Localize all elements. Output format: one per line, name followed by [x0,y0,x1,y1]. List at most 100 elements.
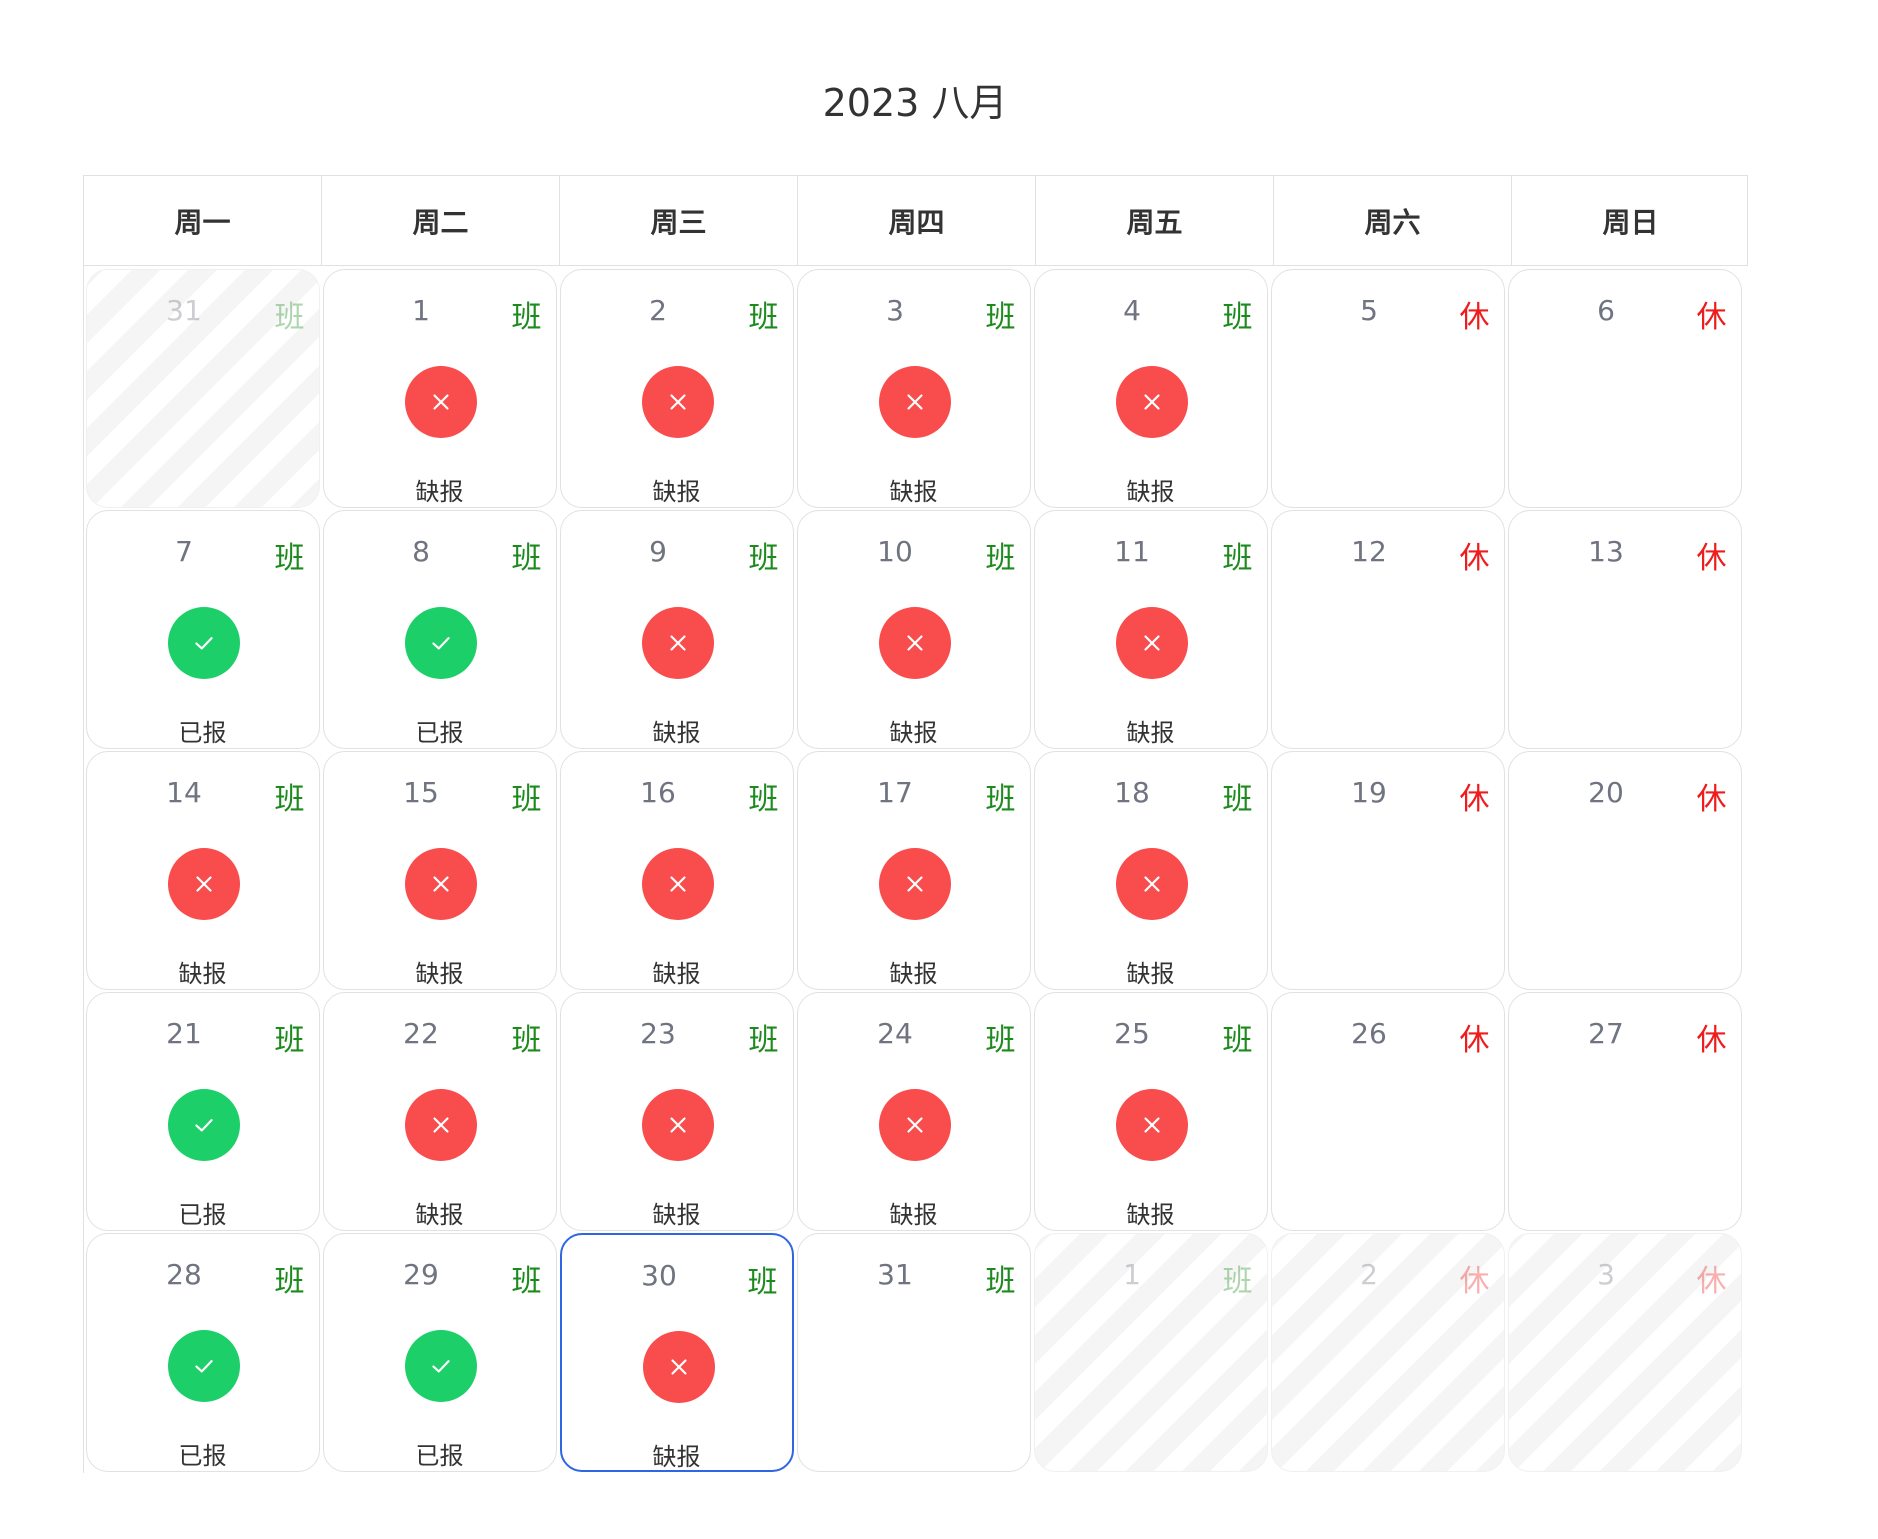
day-number: 2 [649,294,667,327]
day-cell[interactable]: 17 班缺报 [796,751,1031,990]
report-status: 缺报 [324,1089,556,1229]
status-label: 缺报 [889,1201,938,1229]
day-cell[interactable]: 31 班 [85,269,320,508]
day-cell[interactable]: 10 班缺报 [796,510,1031,749]
workday-tag: 班 [274,782,305,817]
day-number: 18 [1114,776,1150,809]
day-cell[interactable]: 8 班已报 [322,510,557,749]
day-number: 7 [175,535,193,568]
day-cell[interactable]: 29 班已报 [322,1233,557,1472]
day-number: 25 [1114,1017,1150,1050]
day-cell[interactable]: 3休 [1507,1233,1742,1472]
day-cell[interactable]: 31 班 [796,1233,1031,1472]
day-number: 15 [403,776,439,809]
day-cell[interactable]: 6休 [1507,269,1742,508]
day-number: 1 [412,294,430,327]
rest-day-tag: 休 [1459,300,1490,335]
day-cell[interactable]: 26 休 [1270,992,1505,1231]
day-cell[interactable]: 9 班缺报 [559,510,794,749]
day-cell[interactable]: 4 班缺报 [1033,269,1268,508]
weekday-sat: 周六 [1273,176,1511,265]
check-icon [167,1089,240,1161]
close-icon [404,1089,477,1161]
day-cell[interactable]: 2休 [1270,1233,1505,1472]
workday-tag: 班 [747,1265,778,1300]
day-cell[interactable]: 1班 [1033,1233,1268,1472]
workday-tag: 班 [1222,1264,1253,1299]
day-cell[interactable]: 27 休 [1507,992,1742,1231]
workday-tag: 班 [511,782,542,817]
day-number: 19 [1351,776,1387,809]
report-status: 缺报 [798,848,1030,988]
report-status: 缺报 [798,607,1030,747]
day-number: 29 [403,1258,439,1291]
day-cell[interactable]: 15 班缺报 [322,751,557,990]
status-label: 缺报 [1126,719,1175,747]
status-label: 缺报 [889,719,938,747]
day-cell[interactable]: 23 班缺报 [559,992,794,1231]
day-cell[interactable]: 30 班缺报 [559,1233,794,1472]
workday-tag: 班 [748,782,779,817]
day-number: 26 [1351,1017,1387,1050]
weekday-mon: 周一 [174,205,231,239]
day-number: 1 [1123,1258,1141,1291]
rest-day-tag: 休 [1459,1023,1490,1058]
day-cell[interactable]: 22 班缺报 [322,992,557,1231]
status-label: 缺报 [652,478,701,506]
day-cell[interactable]: 16 班缺报 [559,751,794,990]
day-number: 20 [1588,776,1624,809]
status-label: 缺报 [652,1443,701,1471]
status-label: 缺报 [178,960,227,988]
workday-tag: 班 [274,541,305,576]
day-number: 10 [877,535,913,568]
weekday-tue: 周二 [321,176,559,265]
day-cell[interactable]: 18 班缺报 [1033,751,1268,990]
calendar-title: 2023 八月 [822,81,1008,125]
day-cell[interactable]: 21 班已报 [85,992,320,1231]
status-label: 缺报 [889,960,938,988]
day-cell[interactable]: 1 班缺报 [322,269,557,508]
day-cell[interactable]: 14 班缺报 [85,751,320,990]
workday-tag: 班 [274,1264,305,1299]
day-cell[interactable]: 19 休 [1270,751,1505,990]
report-status: 缺报 [1035,607,1267,747]
day-cell[interactable]: 11 班缺报 [1033,510,1268,749]
check-icon [404,607,477,679]
day-cell[interactable]: 2 班缺报 [559,269,794,508]
day-cell[interactable]: 28 班已报 [85,1233,320,1472]
report-status: 缺报 [1035,1089,1267,1229]
day-cell[interactable]: 7 班已报 [85,510,320,749]
close-icon [641,1089,714,1161]
report-status: 缺报 [324,848,556,988]
day-cell[interactable]: 24 班缺报 [796,992,1031,1231]
day-number: 13 [1588,535,1624,568]
weekday-thu: 周四 [797,176,1035,265]
status-label: 缺报 [652,960,701,988]
rest-day-tag: 休 [1459,782,1490,817]
day-number: 11 [1114,535,1150,568]
rest-day-tag: 休 [1459,1264,1490,1299]
day-cell[interactable]: 5休 [1270,269,1505,508]
workday-tag: 班 [1222,1023,1253,1058]
day-number: 31 [877,1258,913,1291]
status-label: 已报 [178,1201,227,1229]
report-status: 已报 [324,607,556,747]
close-icon [878,607,951,679]
close-icon [878,1089,951,1161]
rest-day-tag: 休 [1696,300,1727,335]
day-cell[interactable]: 13 休 [1507,510,1742,749]
close-icon [642,1331,715,1403]
day-cell[interactable]: 25 班缺报 [1033,992,1268,1231]
day-cell[interactable]: 12 休 [1270,510,1505,749]
day-number: 3 [886,294,904,327]
workday-tag: 班 [511,541,542,576]
day-cell[interactable]: 3 班缺报 [796,269,1031,508]
workday-tag: 班 [985,541,1016,576]
rest-day-tag: 休 [1696,1264,1727,1299]
workday-tag: 班 [511,300,542,335]
report-status: 已报 [87,1330,319,1470]
report-status: 缺报 [798,366,1030,506]
calendar-grid: 31 班 1 班缺报 2 班缺报 3 班缺报 4 班缺报 5 休 6 休 7 班已报 8 班已报 9 班缺报 10 班缺报… [83,266,1748,1473]
day-cell[interactable]: 20 休 [1507,751,1742,990]
status-label: 缺报 [415,1201,464,1229]
